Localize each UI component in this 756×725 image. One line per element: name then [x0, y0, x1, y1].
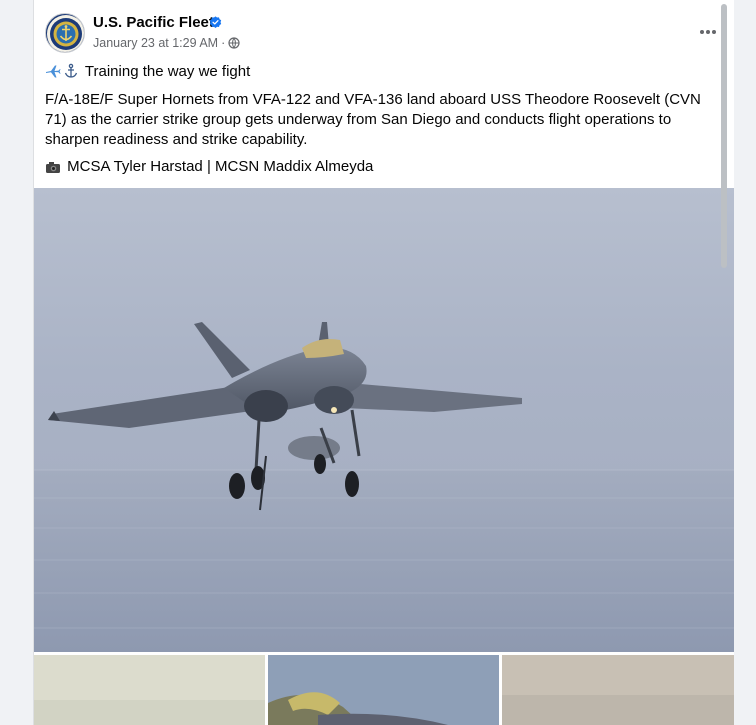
photo-thumbnails — [34, 655, 734, 725]
feed-gutter-left — [0, 0, 32, 725]
photo-credit: MCSA Tyler Harstad | MCSN Maddix Almeyda — [67, 158, 374, 175]
verified-badge-icon — [209, 16, 222, 28]
post-timestamp-link[interactable]: January 23 at 1:29 AM — [93, 36, 218, 50]
camera-icon — [46, 162, 60, 173]
post-header: U.S. Pacific Fleet January 23 at 1:29 AM… — [34, 0, 734, 60]
page-avatar[interactable] — [45, 13, 85, 53]
meta-separator: · — [221, 36, 226, 50]
airplane-icon — [46, 65, 61, 78]
post-scrollbar[interactable] — [716, 0, 727, 725]
post-meta: January 23 at 1:29 AM · — [93, 36, 240, 50]
fa-18-super-hornet-landing-photo[interactable] — [34, 188, 734, 652]
post-message: Training the way we fight F/A-18E/F Supe… — [45, 62, 725, 177]
feed-gutter-right — [734, 0, 756, 725]
post-body: F/A-18E/F Super Hornets from VFA-122 and… — [45, 91, 701, 148]
thumbnail-3-photo[interactable] — [502, 655, 734, 725]
more-dots-icon — [700, 30, 716, 34]
photo-credit-line: MCSA Tyler Harstad | MCSN Maddix Almeyda — [45, 157, 725, 177]
thumbnail-2-photo[interactable] — [268, 655, 499, 725]
globe-icon[interactable] — [228, 37, 240, 49]
anchor-icon — [64, 63, 78, 78]
post-title: Training the way we fight — [84, 63, 251, 80]
thumbnail-1-photo[interactable] — [34, 655, 265, 725]
post-title-line: Training the way we fight — [45, 62, 725, 82]
scrollbar-thumb[interactable] — [721, 4, 727, 268]
feed-post: U.S. Pacific Fleet January 23 at 1:29 AM… — [33, 0, 734, 725]
page-name-link[interactable]: U.S. Pacific Fleet — [93, 14, 214, 31]
